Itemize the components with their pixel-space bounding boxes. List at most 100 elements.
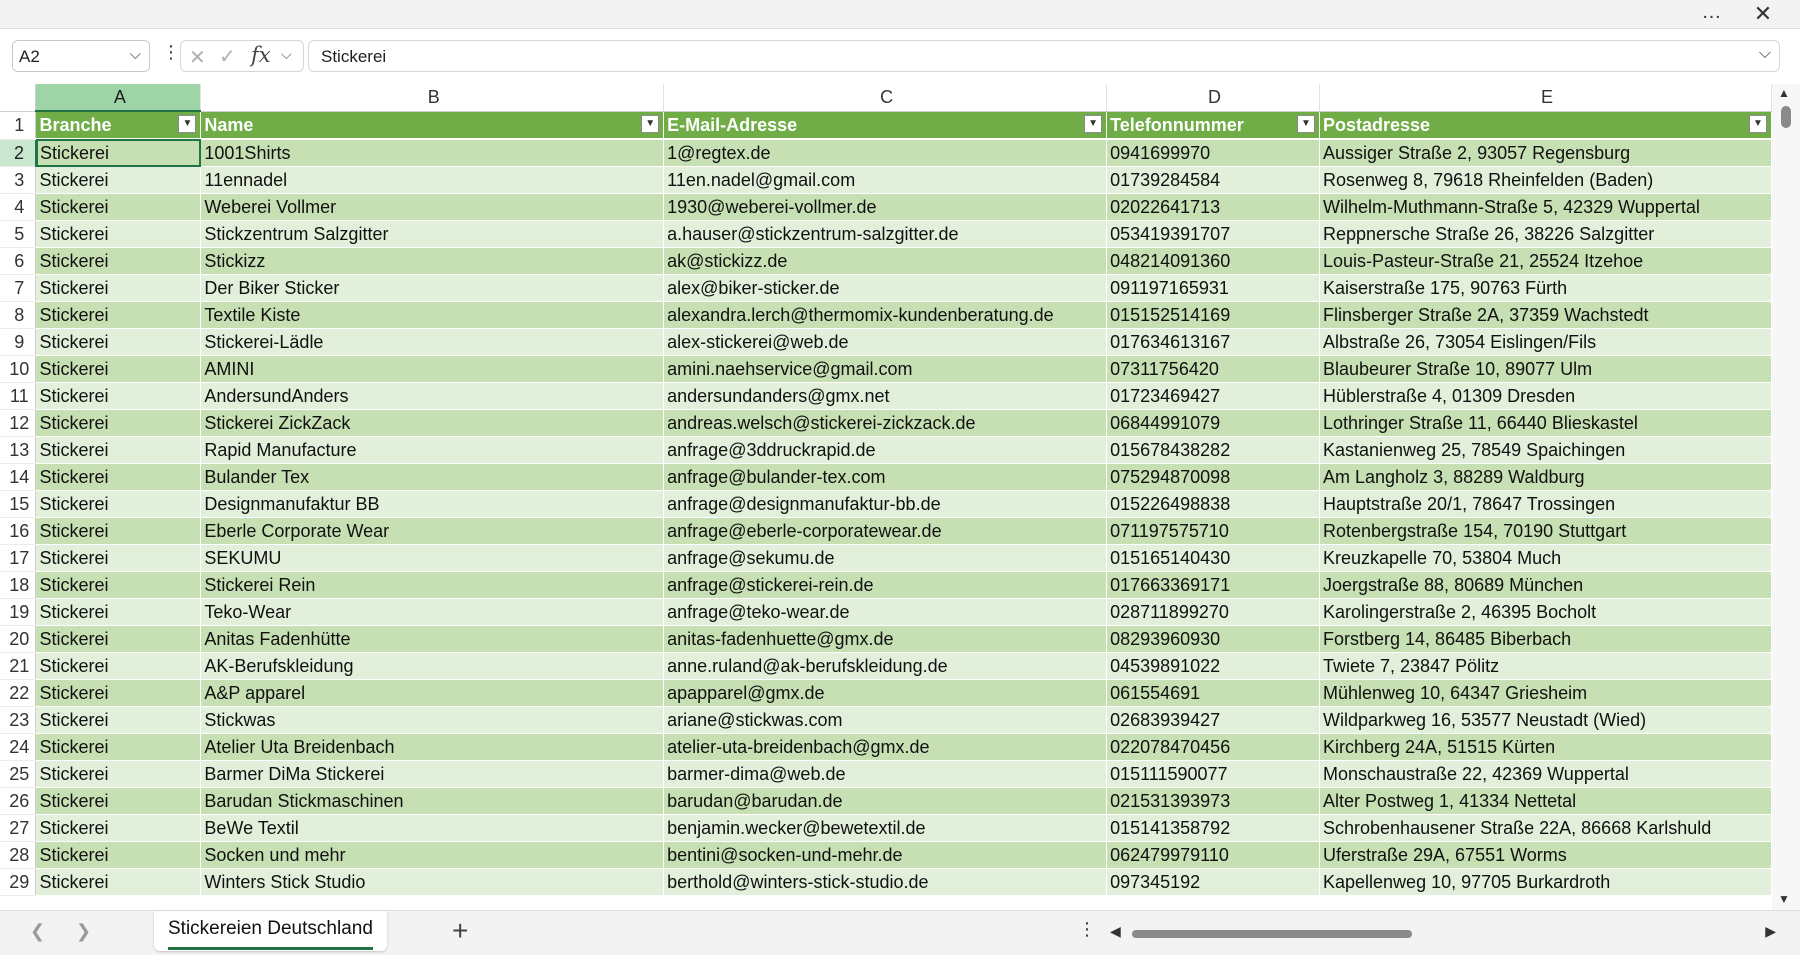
table-cell[interactable]: Blaubeurer Straße 10, 89077 Ulm bbox=[1319, 355, 1772, 383]
table-header-cell[interactable]: Branche ▼ bbox=[35, 111, 202, 140]
row-header[interactable]: 3 bbox=[0, 166, 37, 194]
table-cell[interactable]: Monschaustraße 22, 42369 Wuppertal bbox=[1319, 760, 1772, 788]
table-cell[interactable]: 1001Shirts bbox=[200, 139, 665, 167]
table-cell[interactable]: Stickerei bbox=[35, 625, 202, 653]
table-cell[interactable]: Aussiger Straße 2, 93057 Regensburg bbox=[1319, 139, 1772, 167]
column-header-e[interactable]: E bbox=[1319, 84, 1772, 112]
table-cell[interactable]: anfrage@designmanufaktur-bb.de bbox=[663, 490, 1108, 518]
sheet-tab[interactable]: Stickereien Deutschland bbox=[154, 911, 387, 951]
formula-input[interactable]: Stickerei ⌵ bbox=[308, 40, 1780, 72]
scroll-down-icon[interactable]: ▼ bbox=[1778, 892, 1790, 906]
table-cell[interactable]: 015226498838 bbox=[1106, 490, 1320, 518]
cancel-icon[interactable]: ✕ bbox=[189, 45, 206, 70]
table-cell[interactable]: Stickerei bbox=[35, 193, 202, 221]
chevron-right-icon[interactable]: ❯ bbox=[76, 921, 91, 942]
table-cell[interactable]: Stickzentrum Salzgitter bbox=[200, 220, 665, 248]
table-cell[interactable]: 097345192 bbox=[1106, 868, 1320, 896]
column-header-a[interactable]: A bbox=[35, 84, 202, 112]
add-sheet-icon[interactable]: + bbox=[452, 915, 468, 947]
close-icon[interactable]: ✕ bbox=[1748, 1, 1778, 27]
table-cell[interactable]: berthold@winters-stick-studio.de bbox=[663, 868, 1108, 896]
table-cell[interactable]: Wilhelm-Muthmann-Straße 5, 42329 Wuppert… bbox=[1319, 193, 1772, 221]
table-cell[interactable]: Stickerei bbox=[35, 598, 202, 626]
table-header-cell[interactable]: E-Mail-Adresse ▼ bbox=[663, 111, 1108, 140]
table-cell[interactable]: Stickerei bbox=[35, 247, 202, 275]
table-cell[interactable]: Stickerei bbox=[35, 652, 202, 680]
table-cell[interactable]: Wildparkweg 16, 53577 Neustadt (Wied) bbox=[1319, 706, 1772, 734]
scroll-left-icon[interactable]: ◀ bbox=[1110, 923, 1121, 940]
row-header[interactable]: 4 bbox=[0, 193, 37, 221]
table-cell[interactable]: 04539891022 bbox=[1106, 652, 1320, 680]
table-cell[interactable]: Forstberg 14, 86485 Biberbach bbox=[1319, 625, 1772, 653]
table-cell[interactable]: Stickerei bbox=[35, 463, 202, 491]
table-cell[interactable]: 01723469427 bbox=[1106, 382, 1320, 410]
scroll-right-icon[interactable]: ▶ bbox=[1765, 923, 1776, 940]
table-cell[interactable]: Atelier Uta Breidenbach bbox=[200, 733, 665, 761]
horizontal-scroll-thumb[interactable] bbox=[1132, 930, 1412, 938]
table-cell[interactable]: a.hauser@stickzentrum-salzgitter.de bbox=[663, 220, 1108, 248]
table-cell[interactable]: Twiete 7, 23847 Pölitz bbox=[1319, 652, 1772, 680]
insert-function-icon[interactable]: fx bbox=[251, 43, 271, 67]
table-cell[interactable]: barmer-dima@web.de bbox=[663, 760, 1108, 788]
table-cell[interactable]: 06844991079 bbox=[1106, 409, 1320, 437]
table-cell[interactable]: 061554691 bbox=[1106, 679, 1320, 707]
table-cell[interactable]: Joergstraße 88, 80689 München bbox=[1319, 571, 1772, 599]
row-header[interactable]: 14 bbox=[0, 463, 37, 491]
table-cell[interactable]: anne.ruland@ak-berufskleidung.de bbox=[663, 652, 1108, 680]
table-cell[interactable]: 075294870098 bbox=[1106, 463, 1320, 491]
row-header[interactable]: 11 bbox=[0, 382, 37, 410]
table-cell[interactable]: AK-Berufskleidung bbox=[200, 652, 665, 680]
row-header[interactable]: 26 bbox=[0, 787, 37, 815]
row-header[interactable]: 22 bbox=[0, 679, 37, 707]
table-cell[interactable]: Rosenweg 8, 79618 Rheinfelden (Baden) bbox=[1319, 166, 1772, 194]
table-cell[interactable]: Kirchberg 24A, 51515 Kürten bbox=[1319, 733, 1772, 761]
table-cell[interactable]: Flinsberger Straße 2A, 37359 Wachstedt bbox=[1319, 301, 1772, 329]
select-all-corner[interactable] bbox=[0, 84, 37, 112]
table-cell[interactable]: anfrage@stickerei-rein.de bbox=[663, 571, 1108, 599]
table-cell[interactable]: Stickerei bbox=[35, 517, 202, 545]
table-cell[interactable]: Designmanufaktur BB bbox=[200, 490, 665, 518]
table-cell[interactable]: Am Langholz 3, 88289 Waldburg bbox=[1319, 463, 1772, 491]
more-options-icon[interactable]: … bbox=[1696, 2, 1728, 26]
table-cell[interactable]: anfrage@sekumu.de bbox=[663, 544, 1108, 572]
table-cell[interactable]: Stickerei bbox=[35, 706, 202, 734]
table-cell[interactable]: anfrage@bulander-tex.com bbox=[663, 463, 1108, 491]
table-cell[interactable]: Weberei Vollmer bbox=[200, 193, 665, 221]
table-cell[interactable]: Stickerei bbox=[35, 787, 202, 815]
table-cell[interactable]: 028711899270 bbox=[1106, 598, 1320, 626]
filter-dropdown-icon[interactable]: ▼ bbox=[178, 115, 197, 133]
row-header[interactable]: 18 bbox=[0, 571, 37, 599]
table-cell[interactable]: 071197575710 bbox=[1106, 517, 1320, 545]
horizontal-scrollbar[interactable]: ◀ ▶ bbox=[1108, 923, 1778, 943]
chevron-left-icon[interactable]: ❮ bbox=[30, 921, 45, 942]
row-header[interactable]: 1 bbox=[0, 111, 37, 140]
table-cell[interactable]: 015152514169 bbox=[1106, 301, 1320, 329]
filter-dropdown-icon[interactable]: ▼ bbox=[1749, 114, 1767, 133]
table-cell[interactable]: 11en.nadel@gmail.com bbox=[663, 166, 1108, 194]
table-cell[interactable]: 11ennadel bbox=[200, 166, 665, 194]
table-cell[interactable]: Reppnersche Straße 26, 38226 Salzgitter bbox=[1319, 220, 1772, 248]
table-cell[interactable]: Stickerei bbox=[35, 841, 202, 869]
table-cell[interactable]: Uferstraße 29A, 67551 Worms bbox=[1319, 841, 1772, 869]
table-cell[interactable]: 02683939427 bbox=[1106, 706, 1320, 734]
table-cell[interactable]: 015678438282 bbox=[1106, 436, 1320, 464]
table-cell[interactable]: Stickerei bbox=[35, 382, 202, 410]
table-cell[interactable]: BeWe Textil bbox=[200, 814, 665, 842]
table-cell[interactable]: Schrobenhausener Straße 22A, 86668 Karls… bbox=[1319, 814, 1772, 842]
spreadsheet-grid[interactable]: A B C D E 1 Branche ▼ Name ▼ E-Mail-Adress… bbox=[0, 84, 1772, 910]
table-cell[interactable]: 053419391707 bbox=[1106, 220, 1320, 248]
table-cell[interactable]: Stickerei bbox=[35, 328, 202, 356]
table-cell[interactable]: 01739284584 bbox=[1106, 166, 1320, 194]
table-cell[interactable]: Stickerei Rein bbox=[200, 571, 665, 599]
chevron-down-icon[interactable]: ⌵ bbox=[130, 46, 141, 63]
row-header[interactable]: 12 bbox=[0, 409, 37, 437]
table-cell[interactable]: Textile Kiste bbox=[200, 301, 665, 329]
table-cell[interactable]: anfrage@eberle-corporatewear.de bbox=[663, 517, 1108, 545]
row-header[interactable]: 20 bbox=[0, 625, 37, 653]
table-cell[interactable]: 08293960930 bbox=[1106, 625, 1320, 653]
filter-dropdown-icon[interactable]: ▼ bbox=[1297, 114, 1315, 133]
table-cell[interactable]: amini.naehservice@gmail.com bbox=[663, 355, 1108, 383]
row-header[interactable]: 25 bbox=[0, 760, 37, 788]
row-header[interactable]: 8 bbox=[0, 301, 37, 329]
table-cell[interactable]: 015111590077 bbox=[1106, 760, 1320, 788]
